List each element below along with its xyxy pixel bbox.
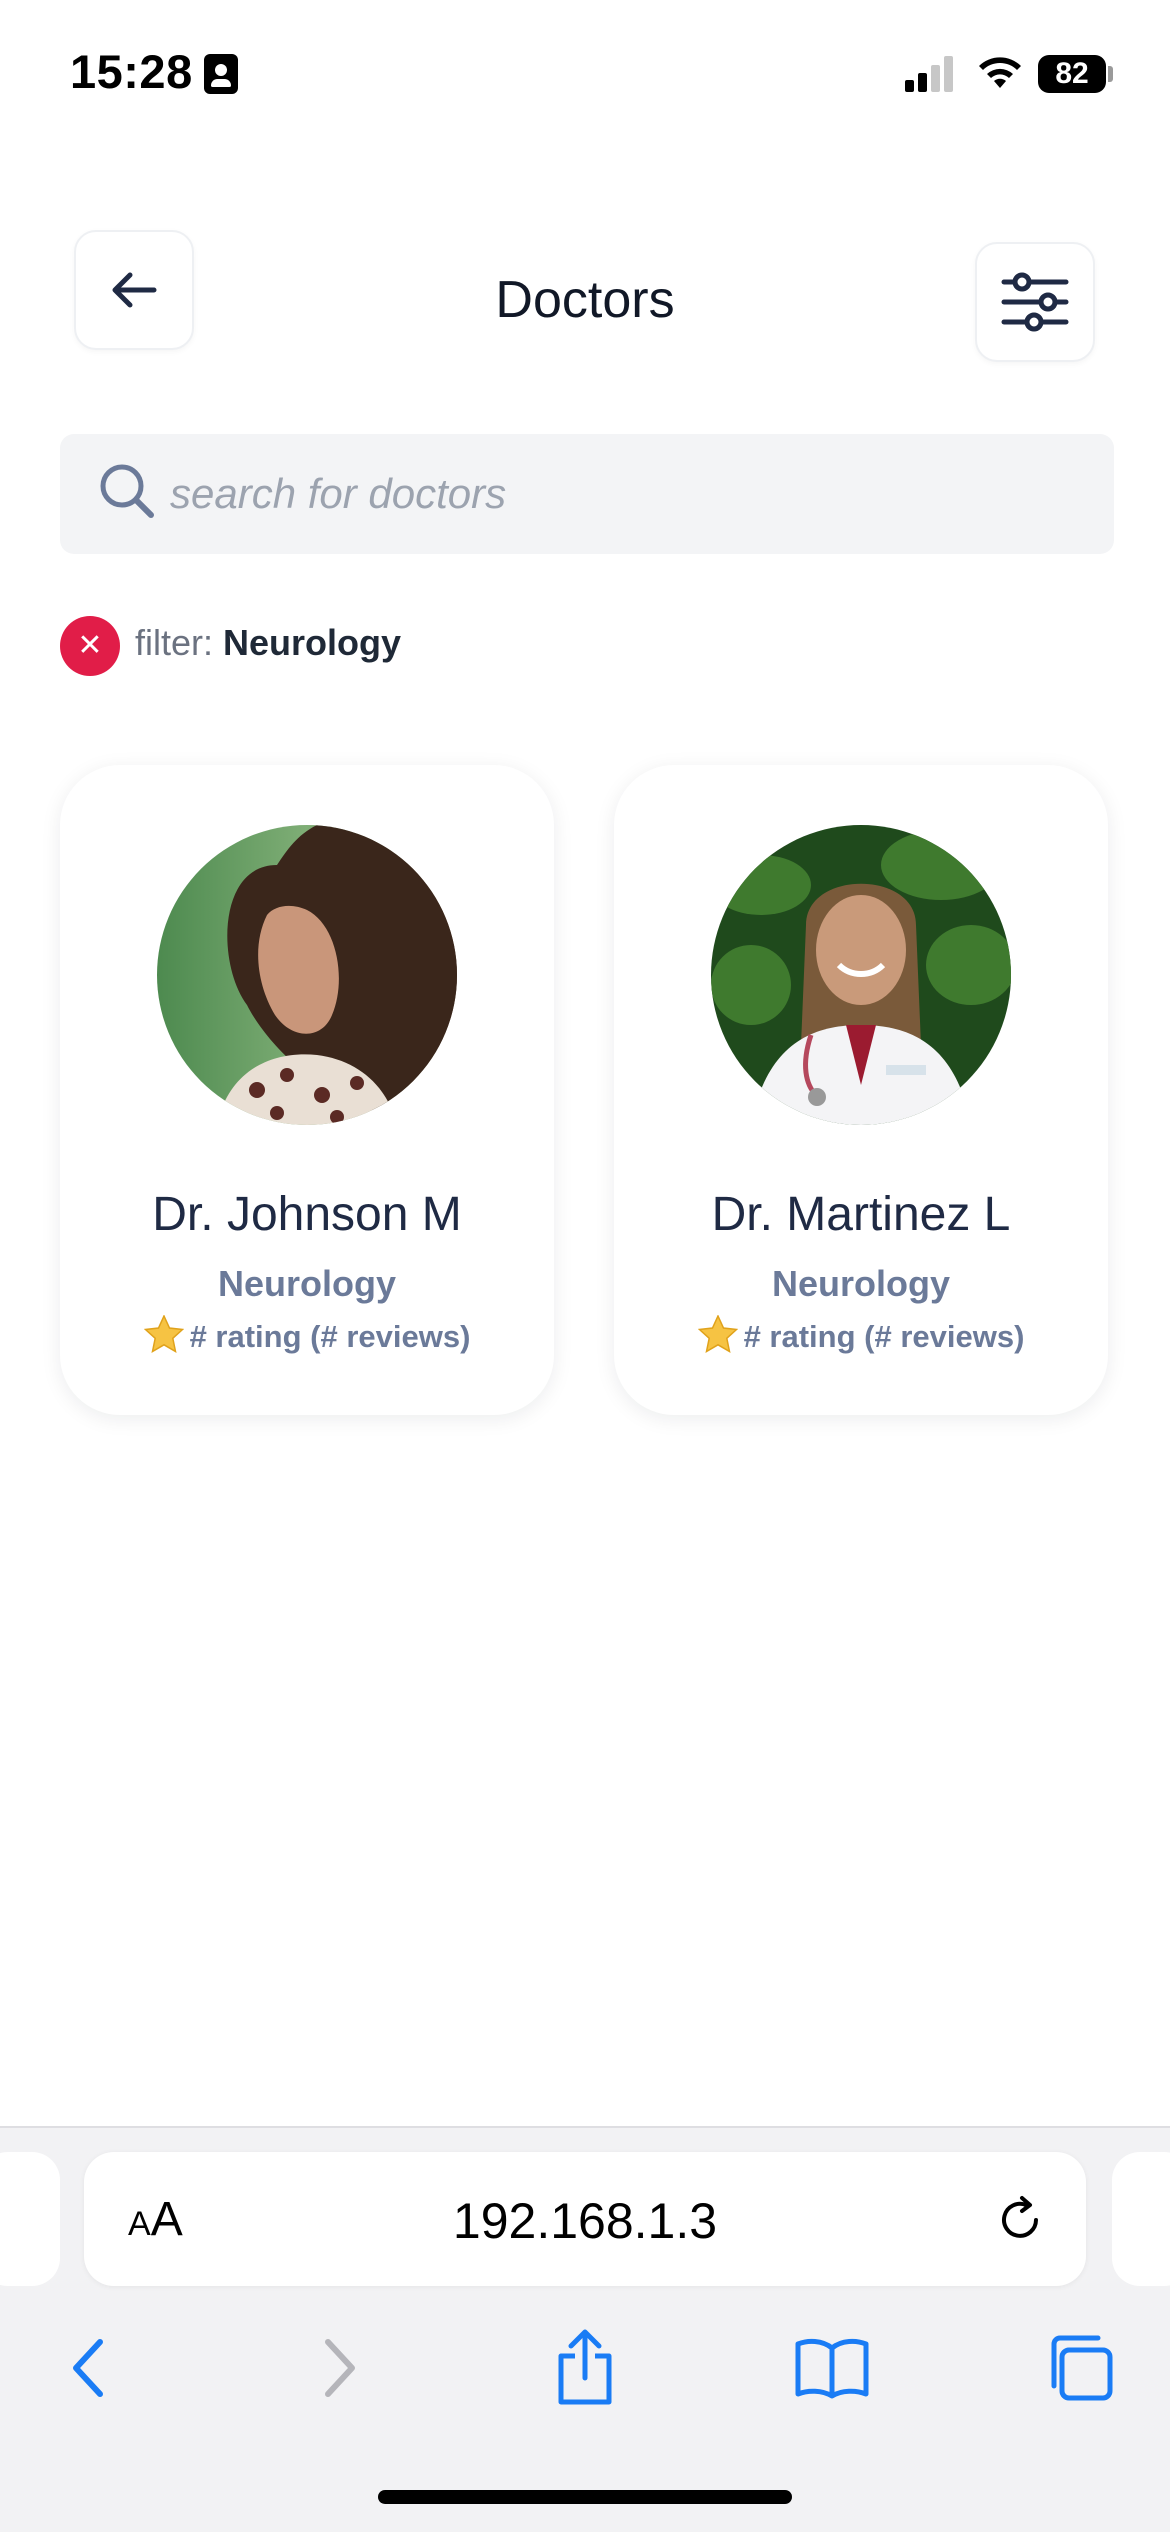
doctor-rating: # rating (# reviews): [60, 1315, 554, 1355]
rating-text: # rating (# reviews): [189, 1319, 471, 1354]
filter-value: Neurology: [223, 622, 402, 663]
doctor-name: Dr. Martinez L: [711, 1188, 1011, 1241]
chevron-left-icon: [73, 2339, 103, 2397]
search-input[interactable]: [170, 456, 1070, 532]
address-bar[interactable]: AA 192.168.1.3: [84, 2152, 1086, 2286]
clear-filter-button[interactable]: ✕: [60, 616, 120, 676]
share-icon: [558, 2329, 612, 2405]
doctor-specialty: Neurology: [771, 1263, 950, 1304]
search-bar: [60, 434, 1114, 554]
status-time: 15:28: [70, 45, 193, 98]
doctor-avatar: [711, 825, 1011, 1125]
bookmarks-button[interactable]: [782, 2318, 882, 2418]
book-icon: [795, 2338, 869, 2399]
active-filter: filter: Neurology: [135, 622, 401, 664]
doctor-card[interactable]: Dr. Johnson M Neurology # rating (# revi…: [60, 765, 554, 1415]
screen: 15:28 82 Doctors search for doctors ✕ fi…: [0, 0, 1170, 2532]
star-icon: [697, 1315, 738, 1353]
filter-settings-button[interactable]: [975, 242, 1095, 362]
tabs-button[interactable]: [1030, 2318, 1130, 2418]
wifi-icon: [979, 57, 1021, 88]
next-tab-preview[interactable]: [1112, 2152, 1170, 2286]
doctor-specialty: Neurology: [217, 1263, 396, 1304]
previous-tab-preview[interactable]: [0, 2152, 60, 2286]
battery-cap: [1108, 66, 1113, 82]
rating-text: # rating (# reviews): [743, 1319, 1025, 1354]
tabs-icon: [1051, 2335, 1113, 2401]
url-text: 192.168.1.3: [452, 2193, 718, 2249]
cellular-signal-icon: [905, 56, 955, 92]
doctor-rating: # rating (# reviews): [614, 1315, 1108, 1355]
browser-back-button[interactable]: [38, 2318, 138, 2418]
star-icon: [143, 1315, 184, 1353]
contact-card-icon: [204, 54, 238, 94]
doctor-name: Dr. Johnson M: [152, 1188, 462, 1241]
doctor-card[interactable]: Dr. Martinez L Neurology # rating (# rev…: [614, 765, 1108, 1415]
doctor-avatar: [157, 825, 457, 1125]
search-icon: [100, 464, 154, 518]
close-icon: ✕: [77, 629, 103, 662]
browser-forward-button[interactable]: [290, 2318, 390, 2418]
home-indicator: [378, 2490, 792, 2504]
reload-icon[interactable]: [992, 2192, 1048, 2248]
share-button[interactable]: [535, 2318, 635, 2418]
chevron-right-icon: [325, 2339, 355, 2397]
sliders-icon: [1001, 272, 1069, 332]
battery-indicator: 82: [1038, 55, 1106, 93]
filter-label: filter:: [135, 622, 214, 663]
